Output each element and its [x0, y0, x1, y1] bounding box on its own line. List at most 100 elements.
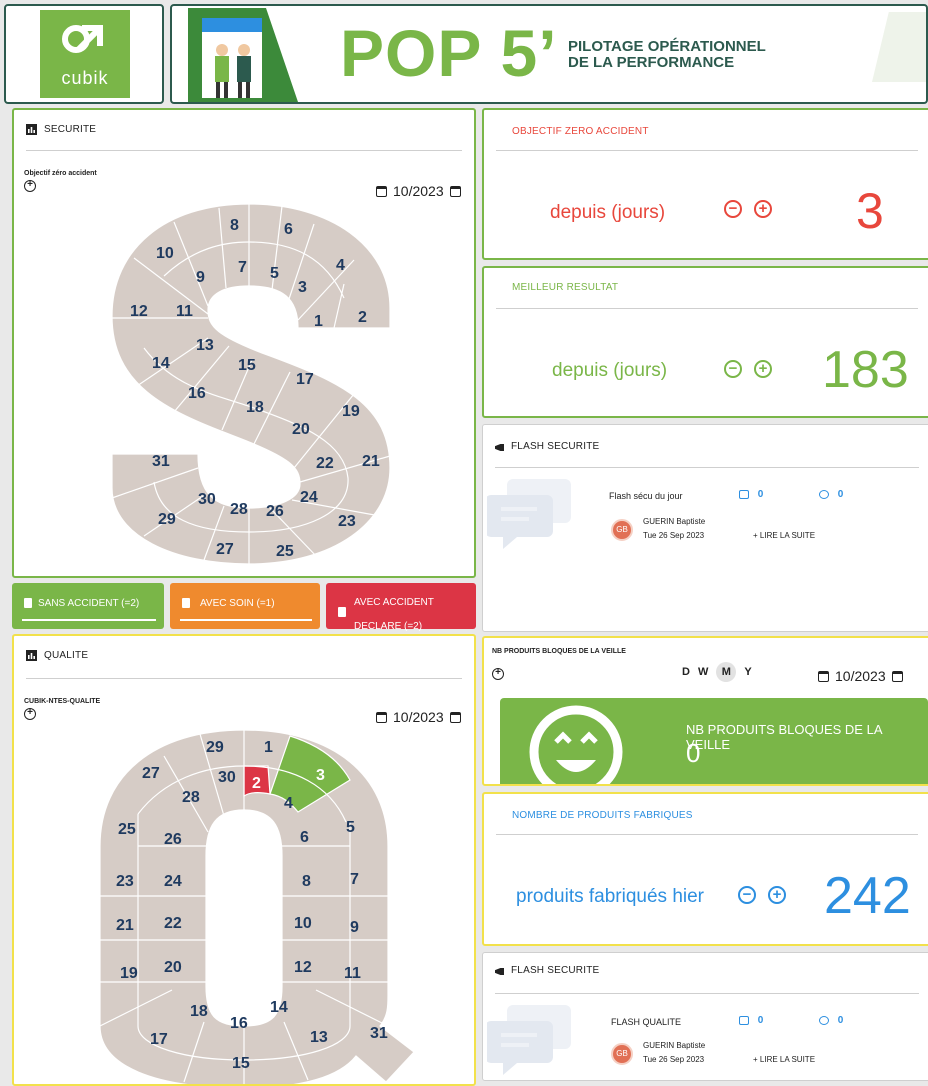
increment-button[interactable]: +: [754, 360, 772, 378]
thumbs-up-icon: [739, 489, 749, 499]
produits-bloques-card: NB PRODUITS BLOQUES DE LA VEILLE 0: [500, 698, 928, 784]
svg-text:30: 30: [198, 491, 216, 508]
qualite-title: QUALITE: [44, 650, 89, 661]
tab-d[interactable]: D: [682, 666, 690, 682]
svg-text:11: 11: [176, 303, 193, 320]
document-icon: [338, 607, 346, 617]
svg-text:18: 18: [246, 399, 264, 416]
produits-fabriques-label: produits fabriqués hier: [516, 886, 704, 907]
divider: [26, 150, 462, 151]
banner: POP 5’ PILOTAGE OPÉRATIONNEL DE LA PERFO…: [170, 4, 928, 104]
decrement-button[interactable]: −: [724, 360, 742, 378]
logo-text: cubik: [61, 68, 109, 88]
divider: [496, 308, 918, 309]
svg-text:26: 26: [164, 831, 182, 848]
s-calendar-chart: 86 104 97 53 12 111 2 1314 15 161718 1920 31…: [111, 203, 391, 565]
tab-y[interactable]: Y: [744, 666, 751, 682]
meilleur-value: 183: [822, 341, 909, 399]
svg-text:29: 29: [206, 739, 224, 756]
megaphone-icon: [495, 968, 504, 975]
flash-securite-post-title[interactable]: Flash sécu du jour: [609, 491, 683, 501]
comment-button[interactable]: 0: [819, 1015, 843, 1026]
increment-button[interactable]: +: [768, 886, 786, 904]
flash-securite-panel: FLASH SECURITE Flash sécu du jour 0 0 GB…: [482, 424, 928, 632]
decrement-button[interactable]: −: [738, 886, 756, 904]
svg-text:31: 31: [370, 1025, 388, 1042]
legend-sans-accident-label: SANS ACCIDENT (=2): [38, 598, 140, 609]
calendar-icon: [891, 670, 903, 682]
securite-date-picker[interactable]: 10/2023: [376, 183, 461, 199]
period-tabs: D W M Y: [682, 662, 752, 682]
svg-text:6: 6: [284, 221, 293, 238]
banner-subtitle-2: DE LA PERFORMANCE: [568, 54, 735, 71]
svg-text:16: 16: [188, 385, 206, 402]
read-more-link[interactable]: + LIRE LA SUITE: [753, 531, 815, 540]
svg-text:4: 4: [336, 257, 345, 274]
post-date: Tue 26 Sep 2023: [643, 1055, 705, 1064]
svg-text:27: 27: [142, 765, 160, 782]
logo-block: cubik: [40, 10, 130, 98]
svg-text:17: 17: [150, 1031, 168, 1048]
svg-text:12: 12: [294, 959, 312, 976]
produits-fabriques-title: NOMBRE DE PRODUITS FABRIQUES: [512, 810, 693, 821]
qualite-date-picker[interactable]: 10/2023: [376, 709, 461, 725]
megaphone-icon: [495, 444, 504, 451]
like-count: 0: [757, 1015, 764, 1026]
author-name: GUERIN Baptiste: [643, 517, 706, 526]
svg-text:22: 22: [164, 915, 182, 932]
read-more-link[interactable]: + LIRE LA SUITE: [753, 1055, 815, 1064]
banner-decoration: [872, 12, 926, 82]
svg-text:10: 10: [156, 245, 174, 262]
svg-text:28: 28: [230, 501, 248, 518]
svg-text:28: 28: [182, 789, 200, 806]
tab-m[interactable]: M: [716, 662, 737, 682]
legend-sans-accident[interactable]: SANS ACCIDENT (=2): [12, 583, 164, 629]
legend-avec-soin[interactable]: AVEC SOIN (=1): [170, 583, 320, 629]
calendar-icon: [449, 185, 461, 197]
svg-text:26: 26: [266, 503, 284, 520]
svg-text:15: 15: [238, 357, 256, 374]
qualite-subtitle: CUBIK-NTES-QUALITE: [24, 698, 101, 705]
objectif-zero-label: depuis (jours): [550, 202, 666, 223]
add-icon[interactable]: +: [492, 668, 504, 680]
add-icon[interactable]: +: [24, 180, 36, 192]
comment-button[interactable]: 0: [819, 489, 843, 500]
svg-text:12: 12: [130, 303, 148, 320]
securite-subtitle: Objectif zéro accident: [24, 170, 97, 177]
objectif-zero-title: OBJECTIF ZERO ACCIDENT: [512, 126, 649, 137]
like-button[interactable]: 0: [739, 489, 763, 500]
legend-avec-accident[interactable]: AVEC ACCIDENT DECLARE (=2): [326, 583, 476, 632]
produits-bloques-date-picker[interactable]: 10/2023: [818, 668, 903, 684]
svg-text:24: 24: [164, 873, 182, 890]
svg-text:13: 13: [196, 337, 214, 354]
logo-card: cubik: [4, 4, 164, 104]
increment-button[interactable]: +: [754, 200, 772, 218]
svg-text:19: 19: [120, 965, 138, 982]
like-button[interactable]: 0: [739, 1015, 763, 1026]
svg-text:7: 7: [350, 871, 359, 888]
svg-text:23: 23: [116, 873, 134, 890]
comment-icon: [819, 1015, 829, 1025]
calendar-icon: [818, 670, 829, 682]
securite-date: 10/2023: [393, 183, 444, 199]
add-icon[interactable]: +: [24, 708, 36, 720]
meilleur-title: MEILLEUR RESULTAT: [512, 282, 619, 293]
legend-avec-soin-label: AVEC SOIN (=1): [200, 598, 275, 609]
divider: [496, 834, 918, 835]
tab-w[interactable]: W: [698, 666, 708, 682]
svg-text:13: 13: [310, 1029, 328, 1046]
chart-icon: [26, 124, 37, 135]
calendar-icon: [376, 711, 387, 723]
svg-text:6: 6: [300, 829, 309, 846]
svg-text:9: 9: [196, 269, 205, 286]
flash-qualite-post-title[interactable]: FLASH QUALITE: [611, 1017, 681, 1027]
svg-text:10: 10: [294, 915, 312, 932]
produits-bloques-date: 10/2023: [835, 668, 886, 684]
document-icon: [182, 598, 190, 608]
banner-illustration: [188, 8, 298, 102]
comment-count: 0: [837, 489, 844, 500]
svg-text:19: 19: [342, 403, 360, 420]
svg-text:11: 11: [344, 965, 361, 982]
decrement-button[interactable]: −: [724, 200, 742, 218]
svg-text:21: 21: [362, 453, 380, 470]
